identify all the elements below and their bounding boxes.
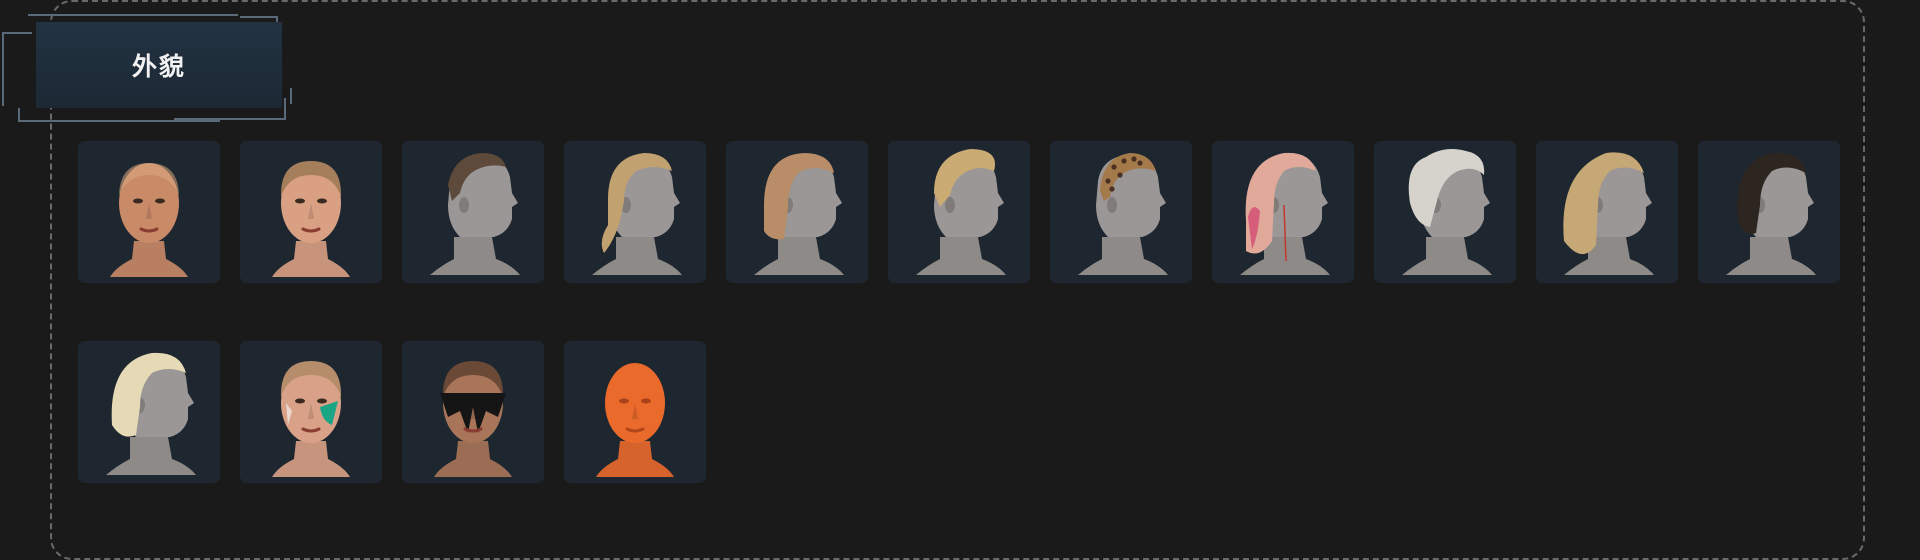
section-title: 外貌 (131, 52, 186, 81)
appearance-option-card[interactable] (564, 341, 706, 483)
appearance-tab[interactable]: 外貌 (36, 22, 282, 108)
appearance-option-card[interactable] (240, 341, 382, 483)
black-shaggy-hair-icon (1726, 152, 1816, 275)
appearance-option-card[interactable] (402, 341, 544, 483)
appearance-grid (78, 141, 1840, 483)
appearance-option-card[interactable] (564, 141, 706, 283)
appearance-option-card[interactable] (240, 141, 382, 283)
platinum-wavy-hair-icon (106, 352, 196, 475)
long-blonde-hair-icon (1563, 152, 1654, 275)
appearance-option-card[interactable] (888, 141, 1030, 283)
blonde-pompadour-hair-icon (916, 149, 1006, 275)
bob-hair-icon (754, 153, 844, 275)
leopard-buzz-hair-icon (1078, 153, 1168, 275)
appearance-option-card[interactable] (78, 141, 220, 283)
white-spiky-hair-icon (1402, 149, 1492, 275)
appearance-option-card[interactable] (78, 341, 220, 483)
undercut-hair-icon (430, 153, 520, 275)
appearance-option-card[interactable] (1698, 141, 1840, 283)
pink-ponytail-hair-icon (1240, 152, 1330, 275)
appearance-option-card[interactable] (726, 141, 868, 283)
appearance-option-card[interactable] (1050, 141, 1192, 283)
face-paint-black-mask-icon (434, 361, 512, 477)
short-buzz-female-head-icon (272, 161, 350, 277)
appearance-option-card[interactable] (1212, 141, 1354, 283)
tab-corner-decoration (2, 32, 32, 106)
bald-male-head-icon (110, 163, 188, 277)
orange-skin-head-icon (596, 363, 674, 477)
appearance-option-card[interactable] (402, 141, 544, 283)
face-paint-green-icon (272, 361, 350, 477)
appearance-option-card[interactable] (1536, 141, 1678, 283)
blonde-braid-hair-icon (592, 153, 682, 275)
section-tab: 外貌 (0, 0, 310, 130)
appearance-option-card[interactable] (1374, 141, 1516, 283)
